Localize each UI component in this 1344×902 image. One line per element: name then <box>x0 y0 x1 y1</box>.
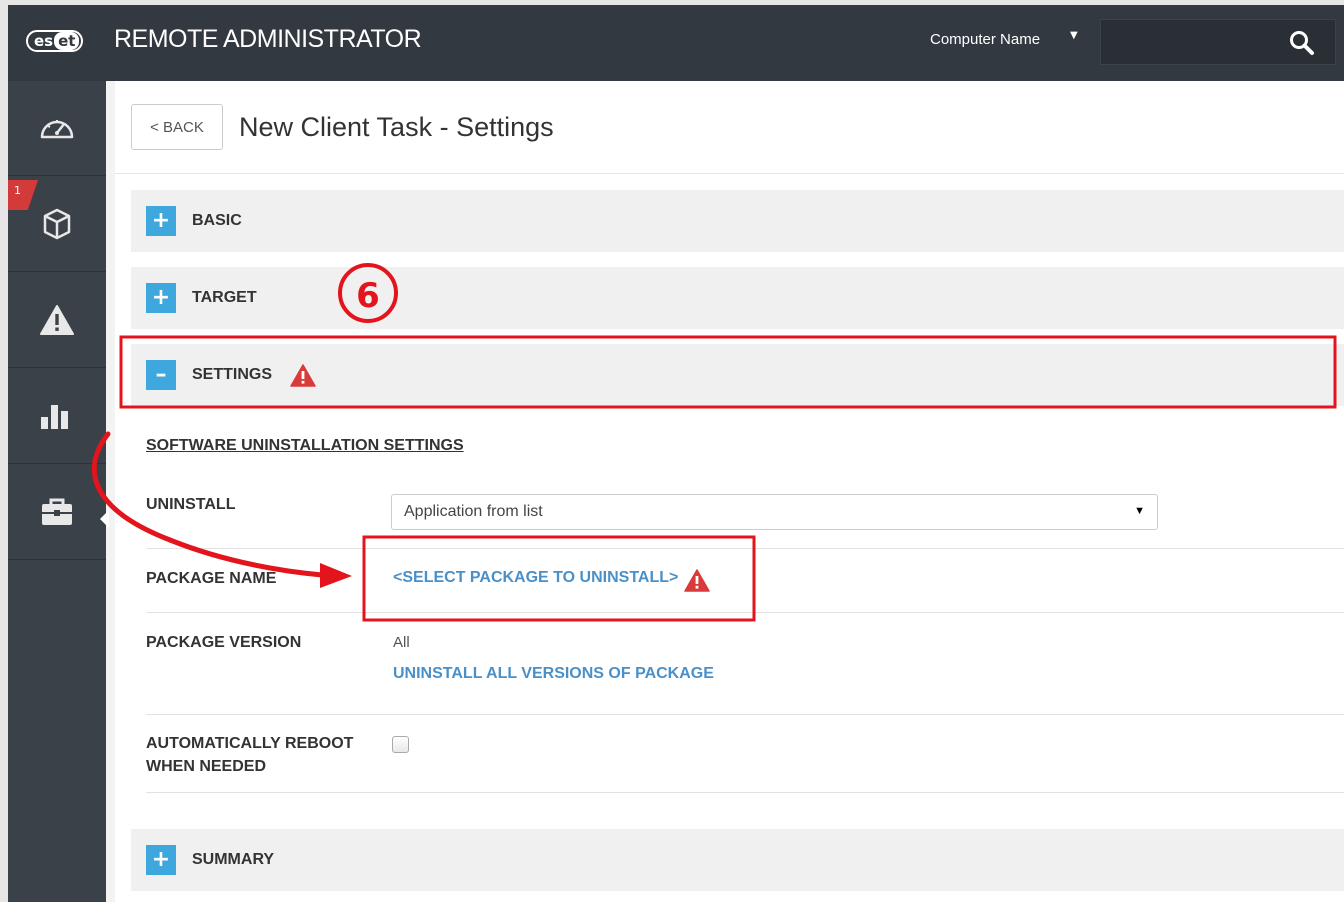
badge-count: 1 <box>14 184 21 197</box>
sidebar-item-reports[interactable] <box>8 369 106 464</box>
active-item-pointer <box>100 510 109 528</box>
divider <box>146 792 1344 793</box>
eset-logo: es et <box>26 30 84 52</box>
dashboard-icon <box>40 120 74 139</box>
reboot-label-line1: AUTOMATICALLY REBOOT <box>146 735 354 752</box>
search-icon[interactable] <box>1288 29 1316 57</box>
warning-icon <box>290 363 316 387</box>
uninstall-label: UNINSTALL <box>146 496 236 513</box>
top-bar: es et REMOTE ADMINISTRATOR Computer Name… <box>8 5 1344 81</box>
app-window: es et REMOTE ADMINISTRATOR Computer Name… <box>8 5 1344 902</box>
logo-text-et: et <box>54 32 80 50</box>
divider <box>146 714 1344 715</box>
sidebar-item-admin[interactable] <box>8 465 106 560</box>
reboot-label-line2: WHEN NEEDED <box>146 758 267 775</box>
app-title: REMOTE ADMINISTRATOR <box>114 25 422 53</box>
section-summary[interactable]: + SUMMARY <box>131 829 1344 891</box>
section-target[interactable]: + TARGET <box>131 267 1344 329</box>
section-label-settings: SETTINGS <box>192 366 273 383</box>
expand-icon[interactable]: + <box>146 283 176 313</box>
reboot-label: AUTOMATICALLY REBOOT WHEN NEEDED <box>146 732 353 778</box>
package-version-value: All <box>393 634 410 651</box>
sidebar-edge <box>106 81 115 902</box>
warning-icon <box>684 569 710 596</box>
divider <box>115 173 1344 174</box>
sidebar-item-dashboard[interactable] <box>8 81 106 176</box>
threats-icon <box>40 305 74 335</box>
admin-briefcase-icon <box>42 498 72 525</box>
uninstall-all-versions-link[interactable]: UNINSTALL ALL VERSIONS OF PACKAGE <box>393 665 714 683</box>
uninstall-select[interactable]: Application from list ▼ <box>391 494 1158 530</box>
reports-icon <box>41 405 68 429</box>
package-name-label: PACKAGE NAME <box>146 570 277 587</box>
logo-text-es: es <box>34 32 54 50</box>
section-basic[interactable]: + BASIC <box>131 190 1344 252</box>
expand-icon[interactable]: + <box>146 206 176 236</box>
page-title: New Client Task - Settings <box>239 112 554 142</box>
subsection-heading: SOFTWARE UNINSTALLATION SETTINGS <box>146 437 464 454</box>
sidebar-item-threats[interactable] <box>8 273 106 368</box>
collapse-icon[interactable]: – <box>146 360 176 390</box>
caret-down-icon: ▼ <box>1134 505 1145 517</box>
section-label-summary: SUMMARY <box>192 851 275 868</box>
caret-down-icon[interactable]: ▼ <box>1070 30 1078 41</box>
section-settings[interactable]: – SETTINGS <box>131 344 1344 406</box>
section-label-basic: BASIC <box>192 212 242 229</box>
select-package-link[interactable]: <SELECT PACKAGE TO UNINSTALL> <box>393 569 678 587</box>
uninstall-select-value: Application from list <box>404 503 543 520</box>
expand-icon[interactable]: + <box>146 845 176 875</box>
package-version-label: PACKAGE VERSION <box>146 634 302 651</box>
search-scope-dropdown[interactable]: Computer Name <box>930 31 1040 48</box>
section-label-target: TARGET <box>192 289 257 306</box>
reboot-checkbox[interactable] <box>392 736 409 753</box>
back-button[interactable]: < BACK <box>131 104 223 150</box>
computers-icon <box>43 208 71 240</box>
divider <box>146 612 1344 613</box>
sidebar: 1 <box>8 81 106 902</box>
divider <box>146 548 1344 549</box>
